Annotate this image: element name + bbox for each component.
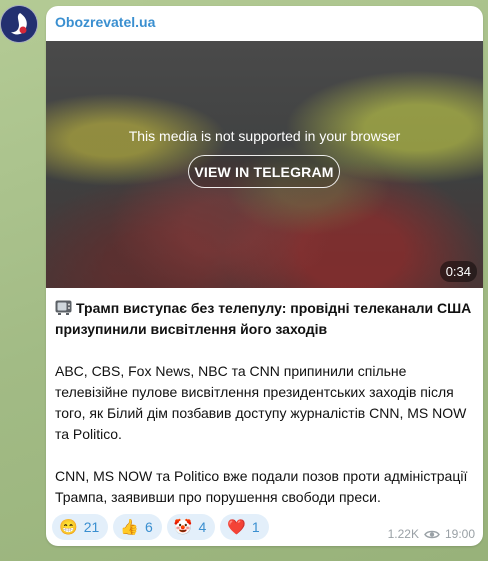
media-unsupported-text: This media is not supported in your brow… — [128, 128, 401, 144]
message-bubble: Obozrevatel.ua This media is not support… — [46, 6, 483, 546]
post-paragraph-2: CNN, MS NOW та Politico вже подали позов… — [55, 468, 468, 505]
reaction-heart[interactable]: ❤️ 1 — [220, 514, 269, 540]
eye-icon — [424, 530, 440, 538]
video-preview[interactable]: This media is not supported in your brow… — [46, 41, 483, 288]
post-headline: Трамп виступає без телепулу: провідні те… — [55, 298, 475, 340]
tv-icon — [55, 300, 72, 315]
message-time: 19:00 — [444, 527, 475, 541]
reaction-clown[interactable]: 🤡 4 — [166, 514, 216, 540]
message-text: Трамп виступає без телепулу: провідні те… — [55, 298, 475, 529]
channel-avatar[interactable] — [0, 5, 38, 43]
reaction-thumbs-up[interactable]: 👍 6 — [113, 514, 162, 540]
post-paragraph-1: ABC, CBS, Fox News, NBC та CNN припинили… — [55, 363, 467, 442]
video-duration: 0:34 — [439, 261, 477, 282]
post-headline-text: Трамп виступає без телепулу: провідні те… — [55, 300, 472, 337]
heart-emoji-icon: ❤️ — [227, 518, 246, 536]
view-in-telegram-button[interactable]: VIEW IN TELEGRAM — [188, 155, 340, 188]
channel-name[interactable]: Obozrevatel.ua — [55, 14, 155, 30]
reaction-grin[interactable]: 😁 21 — [52, 514, 109, 540]
view-count: 1.22K — [387, 527, 419, 541]
reaction-count: 6 — [144, 519, 153, 535]
reactions-bar: 😁 21 👍 6 🤡 4 ❤️ 1 — [52, 514, 269, 540]
grin-emoji-icon: 😁 — [59, 518, 78, 536]
reaction-count: 4 — [198, 519, 207, 535]
reaction-count: 21 — [83, 519, 100, 535]
clown-emoji-icon: 🤡 — [173, 518, 193, 536]
thumbs-up-emoji-icon: 👍 — [120, 518, 139, 536]
message-meta: 1.22K 19:00 — [388, 527, 475, 541]
reaction-count: 1 — [251, 519, 260, 535]
channel-logo-icon — [1, 6, 37, 42]
